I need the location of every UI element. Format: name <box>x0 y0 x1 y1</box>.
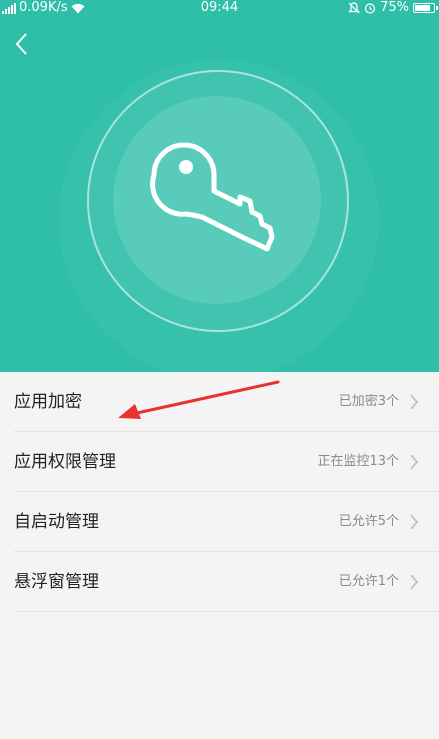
status-time: 09:44 <box>200 0 239 15</box>
menu-item-label: 应用权限管理 <box>14 452 116 472</box>
battery-percent: 75% <box>380 0 409 15</box>
chevron-right-icon <box>410 514 419 530</box>
menu-item-app-encryption[interactable]: 应用加密 已加密3个 <box>0 372 439 432</box>
battery-icon <box>413 3 438 13</box>
status-bar: 0.09K/s 09:44 75% <box>0 0 439 16</box>
divider <box>14 611 439 612</box>
back-button[interactable] <box>8 28 36 60</box>
menu-item-label: 应用加密 <box>14 392 82 412</box>
chevron-right-icon <box>410 454 419 470</box>
header-banner: 0.09K/s 09:44 75% <box>0 0 439 372</box>
menu-item-floating-window[interactable]: 悬浮窗管理 已允许1个 <box>0 552 439 612</box>
menu-item-autostart[interactable]: 自启动管理 已允许5个 <box>0 492 439 552</box>
menu-item-label: 自启动管理 <box>14 512 99 532</box>
chevron-left-icon <box>15 33 27 55</box>
key-icon <box>150 142 275 252</box>
settings-list: 应用加密 已加密3个 应用权限管理 正在监控13个 自启动管理 已允许5个 悬浮… <box>0 372 439 612</box>
alarm-icon <box>364 3 376 14</box>
mute-icon <box>348 2 361 14</box>
menu-item-app-permissions[interactable]: 应用权限管理 正在监控13个 <box>0 432 439 492</box>
menu-item-label: 悬浮窗管理 <box>14 572 99 592</box>
menu-item-status: 已加密3个 <box>338 394 399 409</box>
menu-item-status: 已允许5个 <box>338 514 399 529</box>
menu-item-status: 正在监控13个 <box>317 454 399 469</box>
chevron-right-icon <box>410 574 419 590</box>
chevron-right-icon <box>410 394 419 410</box>
menu-item-status: 已允许1个 <box>338 574 399 589</box>
